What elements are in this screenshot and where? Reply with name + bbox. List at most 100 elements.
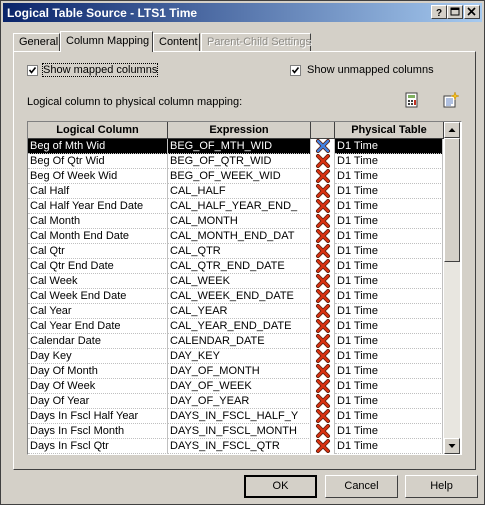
logical-column-cell[interactable]: Cal Week (28, 274, 168, 289)
delete-mapping-button[interactable] (311, 439, 335, 454)
physical-table-cell[interactable]: D1 Time (335, 379, 443, 394)
tab-column-mapping[interactable]: Column Mapping (60, 31, 153, 52)
physical-table-cell[interactable]: D1 Time (335, 139, 443, 154)
table-row[interactable]: Cal Half CAL_HALF D1 Time (28, 184, 443, 199)
physical-table-cell[interactable]: D1 Time (335, 364, 443, 379)
delete-mapping-button[interactable] (311, 184, 335, 199)
expression-cell[interactable]: DAYS_IN_FSCL_MONTH (168, 424, 311, 439)
scroll-down-button[interactable] (444, 438, 460, 454)
column-header-physical-table[interactable]: Physical Table (335, 122, 444, 139)
expression-builder-icon[interactable] (404, 92, 420, 108)
table-row[interactable]: Beg Of Week Wid BEG_OF_WEEK_WID D1 Time (28, 169, 443, 184)
physical-table-cell[interactable]: D1 Time (335, 394, 443, 409)
expression-cell[interactable]: DAY_OF_YEAR (168, 394, 311, 409)
expression-cell[interactable]: CAL_HALF_YEAR_END_ (168, 199, 311, 214)
expression-cell[interactable]: CAL_QTR_END_DATE (168, 259, 311, 274)
logical-column-cell[interactable]: Day Of Year (28, 394, 168, 409)
logical-column-cell[interactable]: Cal Year (28, 304, 168, 319)
physical-table-cell[interactable]: D1 Time (335, 244, 443, 259)
logical-column-cell[interactable]: Cal Half Year End Date (28, 199, 168, 214)
tab-content[interactable]: Content (153, 33, 200, 51)
physical-table-cell[interactable]: D1 Time (335, 214, 443, 229)
vertical-scrollbar[interactable] (444, 122, 460, 454)
table-row[interactable]: Day Of Week DAY_OF_WEEK D1 Time (28, 379, 443, 394)
table-row[interactable]: Cal Week CAL_WEEK D1 Time (28, 274, 443, 289)
expression-cell[interactable]: DAYS_IN_FSCL_QTR (168, 439, 311, 454)
physical-table-cell[interactable]: D1 Time (335, 274, 443, 289)
show-mapped-checkbox[interactable] (27, 65, 38, 76)
expression-cell[interactable]: BEG_OF_WEEK_WID (168, 169, 311, 184)
scroll-up-button[interactable] (444, 122, 460, 138)
expression-cell[interactable]: DAY_OF_MONTH (168, 364, 311, 379)
physical-table-cell[interactable]: D1 Time (335, 319, 443, 334)
tab-general[interactable]: General (13, 33, 60, 51)
delete-mapping-button[interactable] (311, 424, 335, 439)
logical-column-cell[interactable]: Day Of Week (28, 379, 168, 394)
delete-mapping-button[interactable] (311, 394, 335, 409)
logical-column-cell[interactable]: Cal Qtr (28, 244, 168, 259)
logical-column-cell[interactable]: Cal Week End Date (28, 289, 168, 304)
physical-table-cell[interactable]: D1 Time (335, 409, 443, 424)
delete-mapping-button[interactable] (311, 319, 335, 334)
logical-column-cell[interactable]: Days In Fscl Half Year (28, 409, 168, 424)
physical-table-cell[interactable]: D1 Time (335, 424, 443, 439)
maximize-button[interactable] (447, 5, 463, 19)
new-mapping-icon[interactable] (443, 91, 460, 108)
table-row[interactable]: Cal Year CAL_YEAR D1 Time (28, 304, 443, 319)
physical-table-cell[interactable]: D1 Time (335, 289, 443, 304)
logical-column-cell[interactable]: Day Of Month (28, 364, 168, 379)
delete-mapping-button[interactable] (311, 304, 335, 319)
delete-mapping-button[interactable] (311, 199, 335, 214)
column-header-logical[interactable]: Logical Column (28, 122, 168, 139)
expression-cell[interactable]: CAL_WEEK (168, 274, 311, 289)
table-row[interactable]: Day Key DAY_KEY D1 Time (28, 349, 443, 364)
expression-cell[interactable]: CAL_QTR (168, 244, 311, 259)
delete-mapping-button[interactable] (311, 229, 335, 244)
title-bar[interactable]: Logical Table Source - LTS1 Time ? (3, 3, 482, 22)
expression-cell[interactable]: CAL_HALF (168, 184, 311, 199)
ok-button[interactable]: OK (244, 475, 317, 498)
physical-table-cell[interactable]: D1 Time (335, 229, 443, 244)
table-row[interactable]: Cal Month End Date CAL_MONTH_END_DAT D1 Ti… (28, 229, 443, 244)
table-row[interactable]: Days In Fscl Qtr DAYS_IN_FSCL_QTR D1 Time (28, 439, 443, 454)
delete-mapping-button[interactable] (311, 334, 335, 349)
logical-column-cell[interactable]: Cal Month (28, 214, 168, 229)
logical-column-cell[interactable]: Beg Of Week Wid (28, 169, 168, 184)
physical-table-cell[interactable]: D1 Time (335, 169, 443, 184)
show-mapped-label[interactable]: Show mapped columns (41, 63, 159, 77)
delete-mapping-button[interactable] (311, 349, 335, 364)
expression-cell[interactable]: CAL_YEAR (168, 304, 311, 319)
expression-cell[interactable]: CAL_MONTH_END_DAT (168, 229, 311, 244)
physical-table-cell[interactable]: D1 Time (335, 349, 443, 364)
delete-mapping-button[interactable] (311, 364, 335, 379)
physical-table-cell[interactable]: D1 Time (335, 154, 443, 169)
physical-table-cell[interactable]: D1 Time (335, 184, 443, 199)
table-row[interactable]: Calendar Date CALENDAR_DATE D1 Time (28, 334, 443, 349)
expression-cell[interactable]: BEG_OF_QTR_WID (168, 154, 311, 169)
help-button[interactable]: Help (405, 475, 478, 498)
delete-mapping-button[interactable] (311, 139, 335, 154)
logical-column-cell[interactable]: Cal Month End Date (28, 229, 168, 244)
delete-mapping-button[interactable] (311, 169, 335, 184)
table-row[interactable]: Cal Qtr CAL_QTR D1 Time (28, 244, 443, 259)
close-button[interactable] (464, 5, 480, 19)
logical-column-cell[interactable]: Cal Half (28, 184, 168, 199)
physical-table-cell[interactable]: D1 Time (335, 199, 443, 214)
help-title-button[interactable]: ? (431, 5, 447, 19)
expression-cell[interactable]: BEG_OF_MTH_WID (168, 139, 311, 154)
delete-mapping-button[interactable] (311, 214, 335, 229)
table-row[interactable]: Day Of Year DAY_OF_YEAR D1 Time (28, 394, 443, 409)
logical-column-cell[interactable]: Cal Qtr End Date (28, 259, 168, 274)
table-row[interactable]: Cal Week End Date CAL_WEEK_END_DATE D1 Tim… (28, 289, 443, 304)
delete-mapping-button[interactable] (311, 379, 335, 394)
delete-mapping-button[interactable] (311, 409, 335, 424)
table-row[interactable]: Beg of Mth Wid BEG_OF_MTH_WID D1 Time (28, 139, 443, 154)
table-row[interactable]: Cal Year End Date CAL_YEAR_END_DATE D1 Tim… (28, 319, 443, 334)
cancel-button[interactable]: Cancel (325, 475, 398, 498)
expression-cell[interactable]: CAL_MONTH (168, 214, 311, 229)
expression-cell[interactable]: DAYS_IN_FSCL_HALF_Y (168, 409, 311, 424)
table-row[interactable]: Days In Fscl Month DAYS_IN_FSCL_MONTH D1 T… (28, 424, 443, 439)
logical-column-cell[interactable]: Day Key (28, 349, 168, 364)
show-unmapped-label[interactable]: Show unmapped columns (307, 64, 434, 76)
delete-mapping-button[interactable] (311, 289, 335, 304)
